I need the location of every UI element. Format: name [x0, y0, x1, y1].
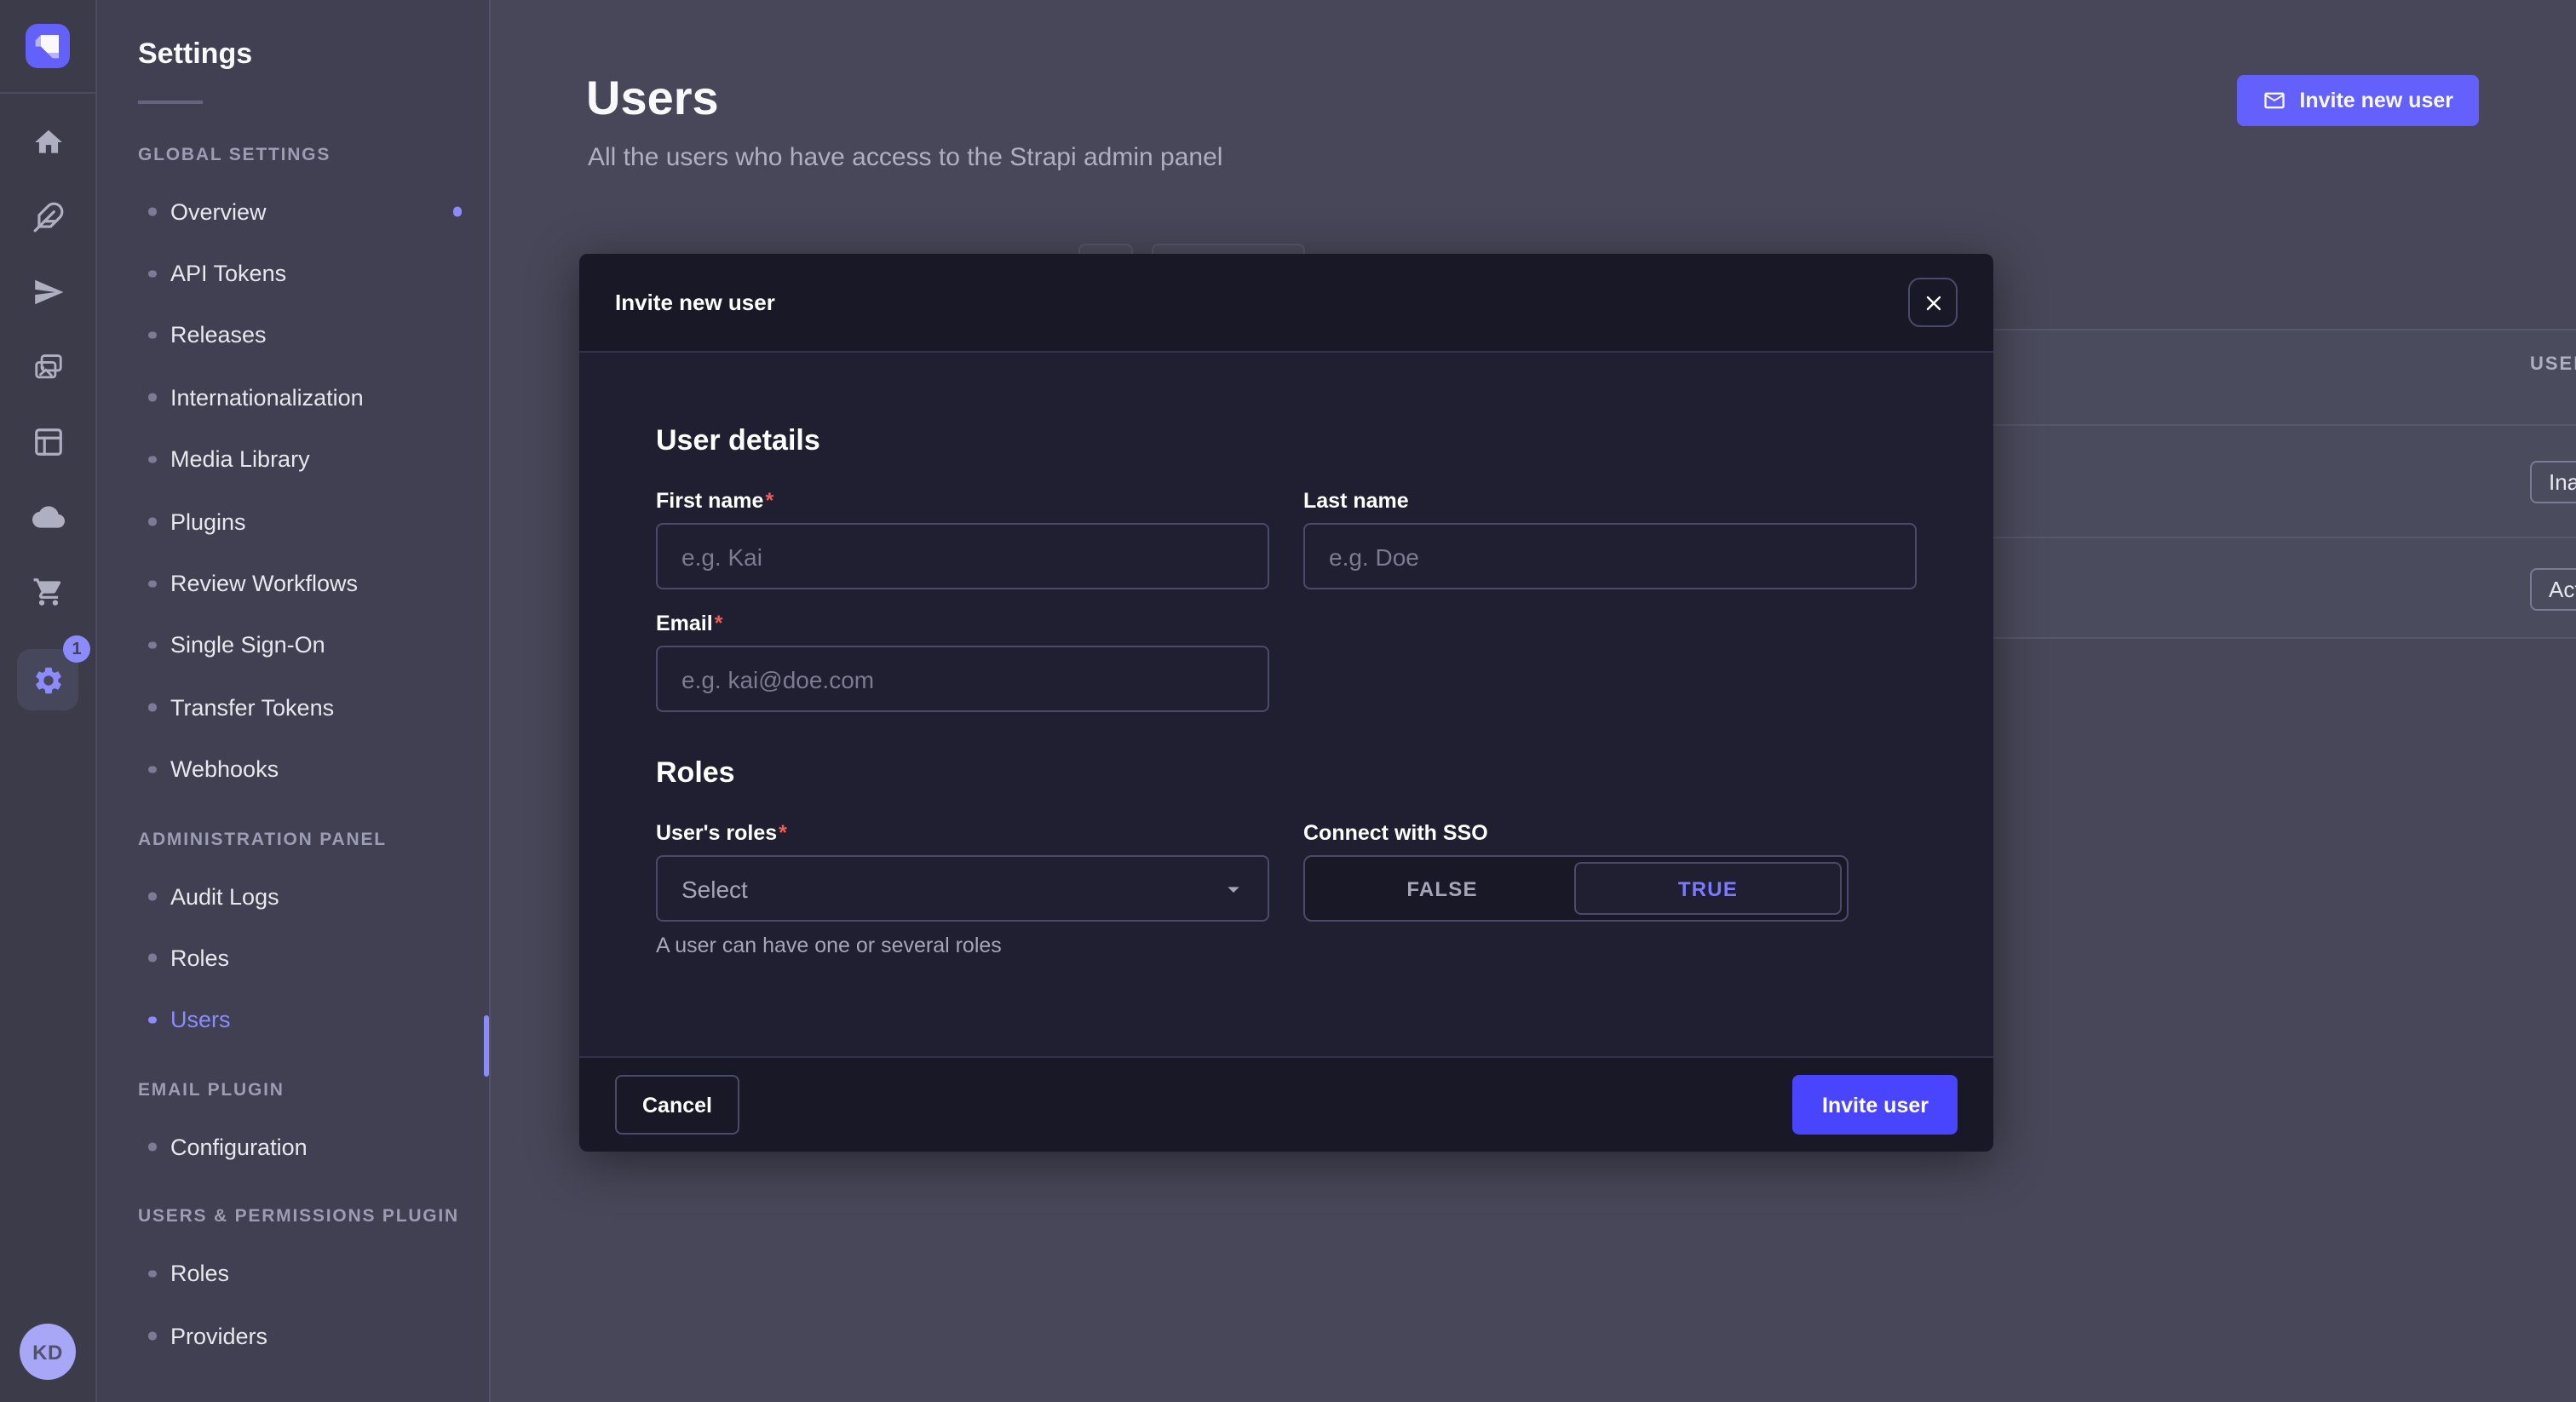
- email-input[interactable]: [656, 646, 1269, 712]
- email-field-row: Email*: [656, 612, 1917, 712]
- required-asterisk: *: [715, 612, 723, 635]
- last-name-label: Last name: [1303, 489, 1917, 514]
- roles-heading: Roles: [656, 756, 1917, 790]
- user-roles-hint: A user can have one or several roles: [656, 934, 1269, 957]
- required-asterisk: *: [765, 489, 773, 513]
- required-asterisk: *: [779, 821, 787, 845]
- email-field-group: Email*: [656, 612, 1269, 712]
- name-fields-row: First name* Last name: [656, 489, 1917, 589]
- select-value: Select: [681, 875, 748, 902]
- last-name-input[interactable]: [1303, 523, 1917, 589]
- sso-toggle: FALSE TRUE: [1303, 855, 1849, 922]
- close-button[interactable]: [1908, 278, 1958, 327]
- modal-body: User details First name* Last name Email…: [579, 353, 1993, 1056]
- user-roles-field-group: User's roles* Select A user can have one…: [656, 821, 1269, 957]
- sso-toggle-false[interactable]: FALSE: [1310, 862, 1574, 915]
- modal-header: Invite new user: [579, 254, 1993, 353]
- user-details-heading: User details: [656, 424, 1917, 458]
- user-roles-select[interactable]: Select: [656, 855, 1269, 922]
- roles-fields-row: User's roles* Select A user can have one…: [656, 821, 1917, 957]
- modal-title: Invite new user: [615, 290, 775, 315]
- chevron-down-icon: [1220, 875, 1247, 902]
- email-label: Email*: [656, 612, 1269, 637]
- user-roles-label: User's roles*: [656, 821, 1269, 847]
- sso-field-group: Connect with SSO FALSE TRUE: [1303, 821, 1917, 957]
- modal-footer: Cancel Invite user: [579, 1056, 1993, 1152]
- sso-label: Connect with SSO: [1303, 821, 1917, 847]
- invite-new-user-modal: Invite new user User details First name*…: [579, 254, 1993, 1152]
- first-name-field-group: First name*: [656, 489, 1269, 589]
- invite-user-submit-button[interactable]: Invite user: [1793, 1075, 1958, 1135]
- first-name-input[interactable]: [656, 523, 1269, 589]
- last-name-field-group: Last name: [1303, 489, 1917, 589]
- sso-toggle-true[interactable]: TRUE: [1574, 862, 1842, 915]
- strapi-admin-app: 1 KD Settings GLOBAL SETTINGS Overview A…: [0, 0, 2576, 1402]
- cancel-button[interactable]: Cancel: [615, 1075, 739, 1135]
- close-x-icon: [1923, 292, 1943, 313]
- first-name-label: First name*: [656, 489, 1269, 514]
